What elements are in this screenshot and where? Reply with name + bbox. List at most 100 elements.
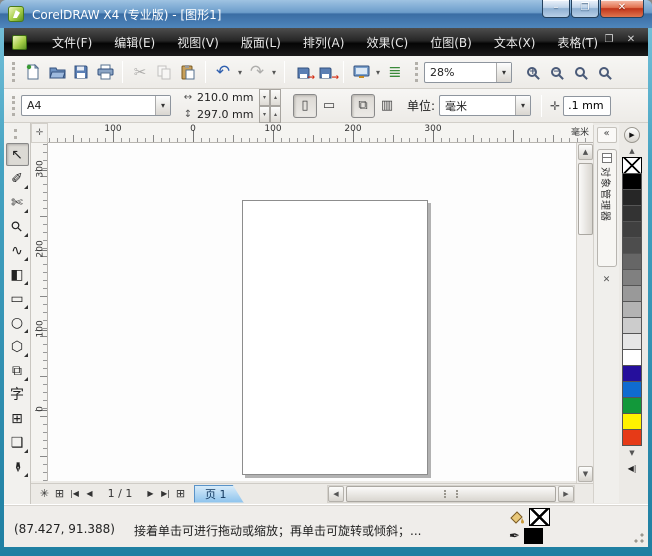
color-swatch[interactable] xyxy=(622,317,642,334)
application-launcher-button[interactable] xyxy=(349,59,373,85)
add-page-after-button[interactable]: ⊞ xyxy=(173,486,188,502)
color-swatch[interactable] xyxy=(622,381,642,398)
save-button[interactable] xyxy=(69,59,93,85)
redo-button[interactable]: ↷ xyxy=(245,59,269,85)
palette-scroll-down-button[interactable]: ▼ xyxy=(623,447,641,459)
color-swatch[interactable] xyxy=(622,413,642,430)
vertical-ruler[interactable]: 300 200 100 0 xyxy=(31,143,48,481)
crop-tool[interactable]: ✄ xyxy=(6,191,29,214)
zoom-combo-dropdown[interactable]: ▾ xyxy=(496,62,511,82)
color-swatch[interactable] xyxy=(622,333,642,350)
zoom-tool[interactable]: ⚲ xyxy=(6,215,29,238)
menu-item-1[interactable]: 文件(F) xyxy=(41,30,103,55)
landscape-orientation-button[interactable]: ▭ xyxy=(317,94,341,118)
color-swatch[interactable] xyxy=(622,237,642,254)
page-1-tab[interactable]: 页 1 xyxy=(194,485,244,503)
vertical-scroll-thumb[interactable] xyxy=(578,163,593,235)
open-button[interactable] xyxy=(45,59,69,85)
color-swatch[interactable] xyxy=(622,397,642,414)
zoom-out-button[interactable]: − xyxy=(544,59,568,85)
menu-item-6[interactable]: 效果(C) xyxy=(355,30,419,55)
text-tool[interactable]: 字 xyxy=(6,383,29,406)
scroll-right-button[interactable]: ▶ xyxy=(558,485,574,502)
width-spin-up[interactable]: ▴ xyxy=(270,88,281,106)
minimize-button[interactable]: – xyxy=(542,0,570,18)
close-button[interactable]: ✕ xyxy=(600,0,644,18)
toolbar-grip[interactable] xyxy=(415,62,418,82)
undo-button[interactable]: ↶ xyxy=(211,59,235,85)
color-swatch[interactable] xyxy=(622,285,642,302)
menu-item-5[interactable]: 排列(A) xyxy=(292,30,356,55)
units-dropdown[interactable]: ▾ xyxy=(515,96,531,115)
nudge-offset-input[interactable]: .1 mm xyxy=(563,95,612,116)
zoom-in-button[interactable]: + xyxy=(520,59,544,85)
freehand-tool[interactable]: ∿ xyxy=(6,239,29,262)
table-tool[interactable]: ⊞ xyxy=(6,407,29,430)
blend-tool[interactable]: ❑ xyxy=(6,431,29,454)
mdi-close-button[interactable]: ✕ xyxy=(624,34,638,45)
docker-tab-object-manager[interactable]: 对象管理器 xyxy=(596,149,617,267)
height-spin-up[interactable]: ▴ xyxy=(270,105,281,123)
ruler-origin[interactable]: ✛ xyxy=(31,123,48,143)
current-page-button[interactable]: ▥ xyxy=(375,94,399,118)
last-page-button[interactable]: ▶| xyxy=(158,486,173,502)
new-document-button[interactable] xyxy=(21,59,45,85)
menu-item-3[interactable]: 视图(V) xyxy=(166,30,230,55)
palette-expand-button[interactable]: ◀| xyxy=(623,461,641,475)
color-swatch[interactable] xyxy=(622,173,642,190)
vertical-scrollbar[interactable]: ▲ ▼ xyxy=(576,143,593,483)
ellipse-tool[interactable]: ○ xyxy=(6,311,29,334)
mdi-restore-button[interactable]: ❐ xyxy=(602,34,616,45)
color-swatch[interactable] xyxy=(622,205,642,222)
paper-height-value[interactable]: 297.0 mm xyxy=(195,108,257,121)
add-page-before-button[interactable]: ⊞ xyxy=(52,486,67,502)
page-area[interactable] xyxy=(242,200,428,475)
drawing-canvas[interactable] xyxy=(48,143,576,481)
mdi-minimize-button[interactable]: – xyxy=(580,34,594,45)
menu-item-7[interactable]: 位图(B) xyxy=(419,30,483,55)
paste-button[interactable] xyxy=(176,59,200,85)
polygon-tool[interactable]: ⬡ xyxy=(6,335,29,358)
rectangle-tool[interactable]: ▭ xyxy=(6,287,29,310)
zoom-to-selection-button[interactable] xyxy=(568,59,592,85)
resize-grip[interactable] xyxy=(634,533,644,543)
import-button[interactable]: → xyxy=(290,59,315,85)
redo-dropdown[interactable]: ▾ xyxy=(269,59,279,85)
menu-item-8[interactable]: 文本(X) xyxy=(483,30,547,55)
eyedropper-tool[interactable]: ✒ xyxy=(6,455,29,478)
maximize-button[interactable]: ❐ xyxy=(571,0,599,18)
paper-width-value[interactable]: 210.0 mm xyxy=(195,91,257,104)
navigator-icon[interactable]: ✳ xyxy=(37,486,52,502)
smart-fill-tool[interactable]: ◧ xyxy=(6,263,29,286)
docker-collapse-button[interactable]: « xyxy=(596,127,617,143)
color-swatch[interactable] xyxy=(622,253,642,270)
horizontal-ruler[interactable]: 毫米 100 0 100 200 300 xyxy=(48,123,593,143)
color-swatch[interactable] xyxy=(622,365,642,382)
color-swatch[interactable] xyxy=(622,429,642,446)
scroll-down-button[interactable]: ▼ xyxy=(578,466,593,482)
horizontal-scroll-thumb[interactable] xyxy=(346,485,556,502)
palette-flyout-button[interactable]: ▶ xyxy=(624,127,640,143)
menu-item-4[interactable]: 版面(L) xyxy=(230,30,292,55)
options-button[interactable]: ≣ xyxy=(383,59,407,85)
color-swatch[interactable] xyxy=(622,269,642,286)
toolbar-grip[interactable] xyxy=(12,62,15,82)
scroll-up-button[interactable]: ▲ xyxy=(578,144,593,160)
color-swatch[interactable] xyxy=(622,221,642,238)
width-spin-down[interactable]: ▾ xyxy=(259,88,270,106)
portrait-orientation-button[interactable]: ▯ xyxy=(293,93,317,118)
horizontal-scrollbar[interactable]: ◀ ▶ xyxy=(327,484,575,503)
height-spin-down[interactable]: ▾ xyxy=(259,105,270,123)
paper-size-dropdown[interactable]: ▾ xyxy=(155,96,170,115)
cut-button[interactable]: ✂ xyxy=(128,59,152,85)
all-pages-button[interactable]: ⧉ xyxy=(351,93,375,118)
menu-item-2[interactable]: 编辑(E) xyxy=(103,30,166,55)
basic-shapes-tool[interactable]: ⧉ xyxy=(6,359,29,382)
pick-tool[interactable]: ↖ xyxy=(5,143,29,166)
zoom-to-page-button[interactable] xyxy=(592,59,616,85)
previous-page-button[interactable]: ◀ xyxy=(82,486,97,502)
export-button[interactable]: → xyxy=(314,59,339,85)
toolbar-grip[interactable] xyxy=(12,95,15,116)
launcher-dropdown[interactable]: ▾ xyxy=(373,59,383,85)
first-page-button[interactable]: |◀ xyxy=(67,486,82,502)
